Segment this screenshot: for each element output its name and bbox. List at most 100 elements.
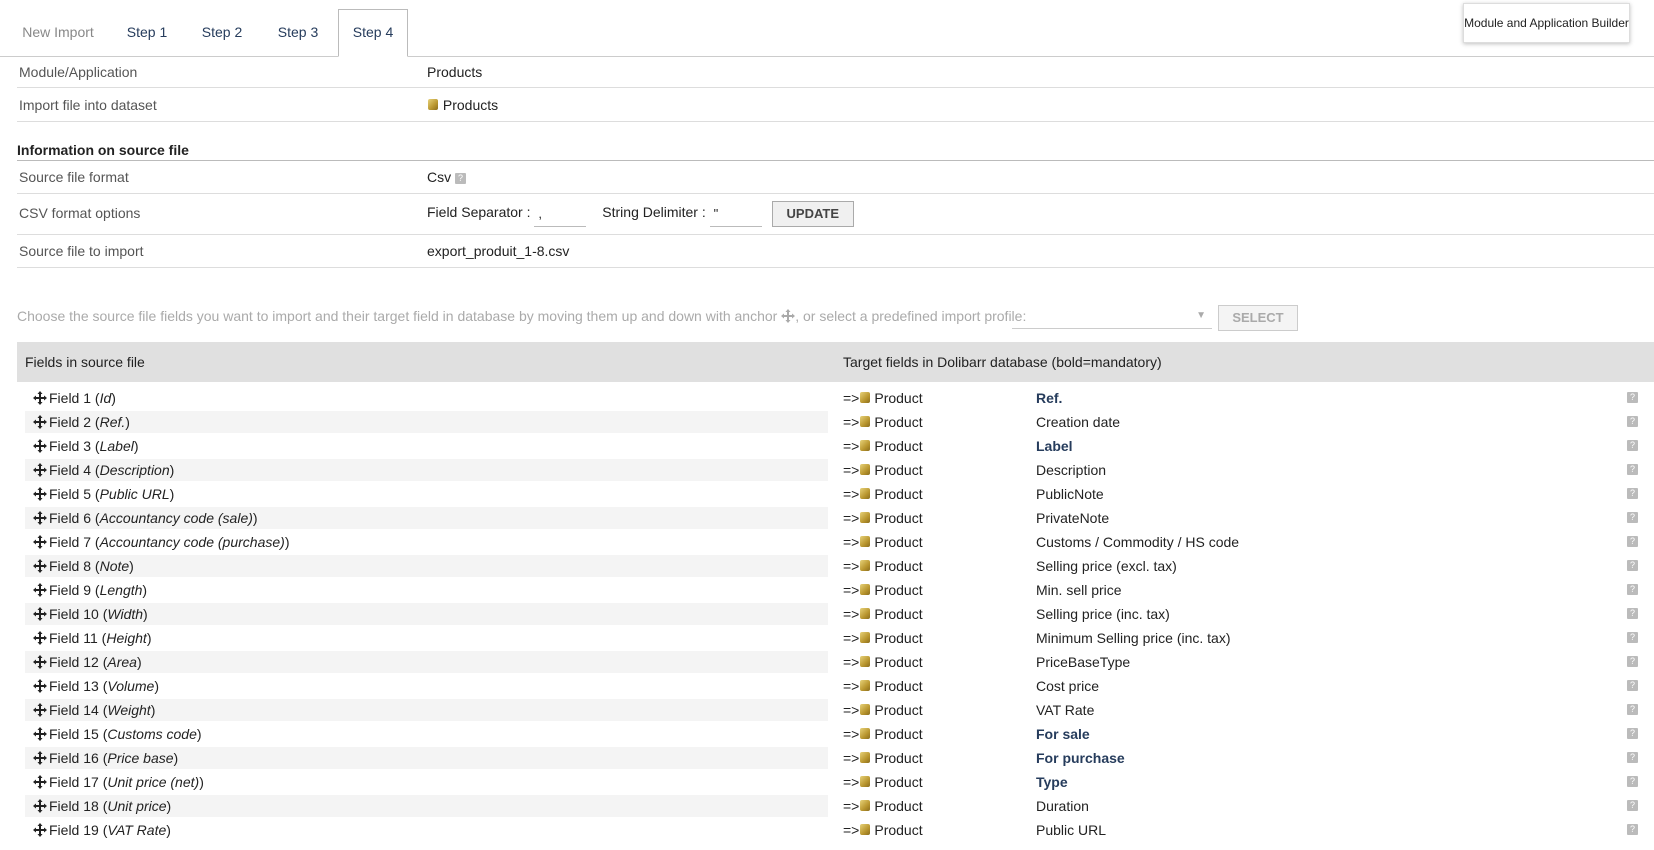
table-row: Field 16 (Price base) => Product For purcha… [17, 747, 1654, 771]
source-field[interactable]: Field 2 (Ref.) [25, 411, 828, 433]
help-icon[interactable]: ? [1627, 392, 1638, 403]
arrow-text: => [843, 534, 860, 550]
target-field: VAT Rate [1036, 702, 1095, 718]
string-delimiter-input[interactable] [709, 200, 762, 227]
move-handle-icon[interactable] [33, 751, 47, 765]
move-handle-icon[interactable] [33, 535, 47, 549]
source-field[interactable]: Field 12 (Area) [25, 651, 828, 673]
move-handle-icon[interactable] [33, 607, 47, 621]
source-field[interactable]: Field 7 (Accountancy code (purchase)) [25, 531, 828, 553]
tab-new-import[interactable]: New Import [10, 10, 106, 56]
field-number: Field 17 [49, 774, 99, 790]
target-field: Type [1036, 774, 1068, 790]
help-icon[interactable]: ? [1627, 752, 1638, 763]
tab-step-1[interactable]: Step 1 [112, 10, 182, 56]
move-handle-icon[interactable] [33, 799, 47, 813]
target-entity: => Product [843, 795, 923, 817]
source-field[interactable]: Field 3 (Label) [25, 435, 828, 457]
arrow-text: => [843, 774, 860, 790]
help-icon[interactable]: ? [1627, 776, 1638, 787]
source-field[interactable]: Field 17 (Unit price (net)) [25, 771, 828, 793]
field-name: Accountancy code (purchase) [99, 534, 285, 550]
csv-options-label: CSV format options [19, 205, 141, 221]
move-handle-icon[interactable] [33, 823, 47, 837]
table-row: Field 6 (Accountancy code (sale)) => Produ… [17, 507, 1654, 531]
help-icon[interactable]: ? [455, 172, 467, 184]
module-row: Module/Application Products [17, 57, 1654, 88]
product-cube-icon [859, 776, 871, 788]
help-icon[interactable]: ? [1627, 608, 1638, 619]
help-icon[interactable]: ? [1627, 632, 1638, 643]
source-field[interactable]: Field 15 (Customs code) [25, 723, 828, 745]
help-icon[interactable]: ? [1627, 656, 1638, 667]
source-field[interactable]: Field 9 (Length) [25, 579, 828, 601]
header-source-fields: Fields in source file [25, 354, 145, 370]
help-icon[interactable]: ? [1627, 680, 1638, 691]
move-handle-icon[interactable] [33, 415, 47, 429]
entity-label: Product [874, 558, 923, 574]
source-field[interactable]: Field 18 (Unit price) [25, 795, 828, 817]
tab-step-2[interactable]: Step 2 [186, 10, 258, 56]
help-icon[interactable]: ? [1627, 488, 1638, 499]
source-field[interactable]: Field 1 (Id) [25, 387, 828, 409]
move-handle-icon[interactable] [33, 439, 47, 453]
import-profile-select[interactable]: ▼ [1012, 303, 1212, 329]
source-field[interactable]: Field 10 (Width) [25, 603, 828, 625]
move-handle-icon[interactable] [33, 655, 47, 669]
source-field[interactable]: Field 4 (Description) [25, 459, 828, 481]
module-builder-button[interactable]: Module and Application Builder [1463, 3, 1630, 43]
arrow-text: => [843, 510, 860, 526]
move-handle-icon[interactable] [33, 511, 47, 525]
tab-step-3[interactable]: Step 3 [262, 10, 334, 56]
table-row: Field 3 (Label) => Product Label? [17, 435, 1654, 459]
help-icon[interactable]: ? [1627, 584, 1638, 595]
select-button[interactable]: SELECT [1218, 305, 1298, 331]
table-row: Field 9 (Length) => Product Min. sell price… [17, 579, 1654, 603]
field-name: Ref. [99, 414, 126, 430]
tab-step-4[interactable]: Step 4 [338, 9, 408, 57]
target-field: For sale [1036, 726, 1090, 742]
target-entity: => Product [843, 555, 923, 577]
help-icon[interactable]: ? [1627, 704, 1638, 715]
target-field: PrivateNote [1036, 510, 1110, 526]
source-field[interactable]: Field 6 (Accountancy code (sale)) [25, 507, 828, 529]
product-cube-icon [859, 824, 871, 836]
update-button[interactable]: UPDATE [771, 200, 855, 227]
arrow-text: => [843, 390, 860, 406]
move-handle-icon[interactable] [33, 631, 47, 645]
move-handle-icon[interactable] [33, 727, 47, 741]
move-handle-icon[interactable] [33, 679, 47, 693]
source-field[interactable]: Field 16 (Price base) [25, 747, 828, 769]
help-icon[interactable]: ? [1627, 416, 1638, 427]
source-field[interactable]: Field 13 (Volume) [25, 675, 828, 697]
help-icon[interactable]: ? [1627, 440, 1638, 451]
help-icon[interactable]: ? [1627, 728, 1638, 739]
arrow-text: => [843, 654, 860, 670]
move-handle-icon[interactable] [33, 487, 47, 501]
help-icon[interactable]: ? [1627, 536, 1638, 547]
help-icon[interactable]: ? [1627, 824, 1638, 835]
move-handle-icon[interactable] [33, 583, 47, 597]
source-field[interactable]: Field 5 (Public URL) [25, 483, 828, 505]
field-separator-input[interactable] [534, 200, 587, 227]
target-field: Customs / Commodity / HS code [1036, 534, 1240, 550]
table-row: Field 17 (Unit price (net)) => Product Type… [17, 771, 1654, 795]
source-field[interactable]: Field 8 (Note) [25, 555, 828, 577]
help-icon[interactable]: ? [1627, 512, 1638, 523]
help-icon[interactable]: ? [1627, 464, 1638, 475]
source-file-link[interactable]: export_produit_1-8.csv [427, 243, 569, 259]
move-handle-icon[interactable] [33, 775, 47, 789]
product-cube-icon [859, 656, 871, 668]
help-icon[interactable]: ? [1627, 800, 1638, 811]
move-handle-icon[interactable] [33, 703, 47, 717]
source-field[interactable]: Field 11 (Height) [25, 627, 828, 649]
move-handle-icon[interactable] [33, 559, 47, 573]
help-icon[interactable]: ? [1627, 560, 1638, 571]
product-cube-icon [859, 608, 871, 620]
source-field[interactable]: Field 19 (VAT Rate) [25, 819, 828, 841]
move-handle-icon[interactable] [33, 391, 47, 405]
target-entity: => Product [843, 819, 923, 841]
source-field[interactable]: Field 14 (Weight) [25, 699, 828, 721]
move-handle-icon[interactable] [33, 463, 47, 477]
table-row: Field 2 (Ref.) => Product Creation date? [17, 411, 1654, 435]
